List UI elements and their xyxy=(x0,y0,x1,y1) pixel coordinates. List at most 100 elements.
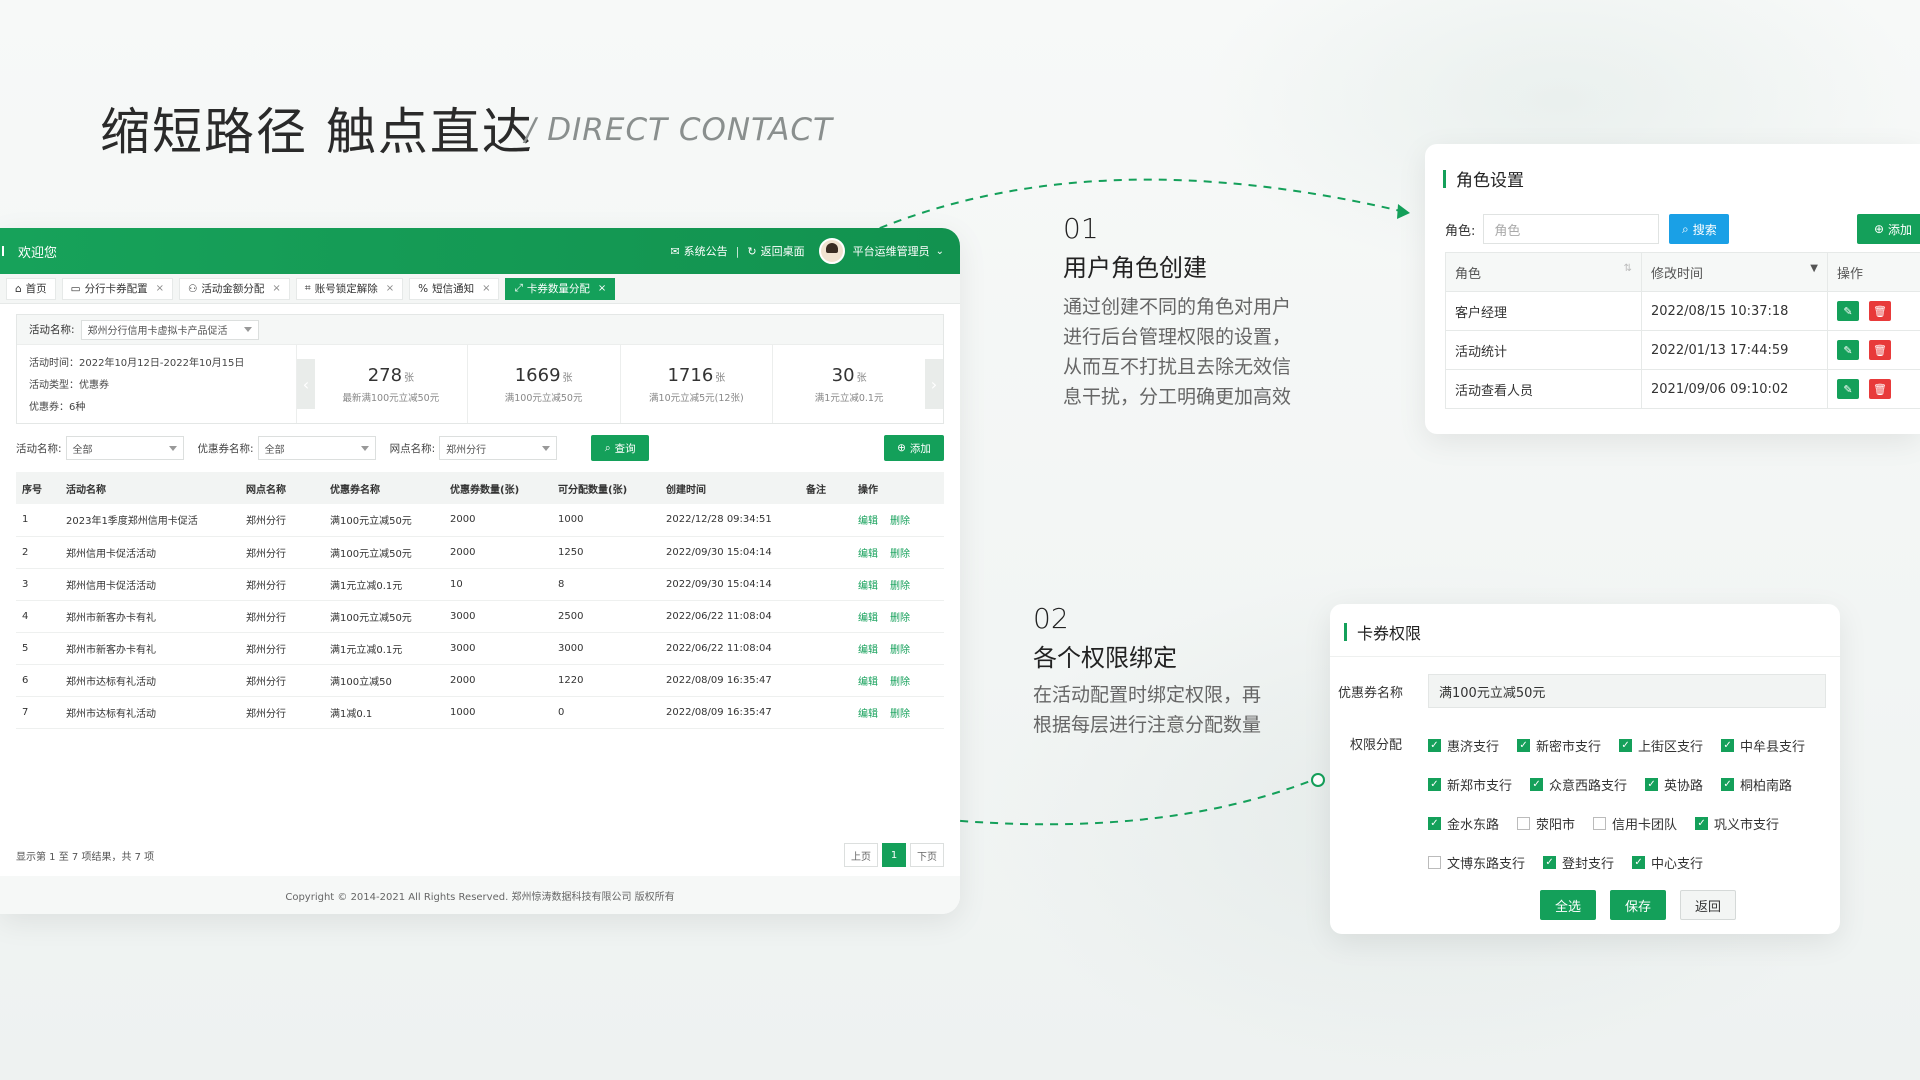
sort-icon[interactable]: ⇅ xyxy=(1624,263,1632,274)
stat-caption: 最新满100元立减50元 xyxy=(342,392,440,404)
tab-account-unlock[interactable]: ⌗ 账号锁定解除 × xyxy=(295,277,404,300)
add-button[interactable]: ⊕ 添加 xyxy=(884,435,944,461)
close-icon[interactable]: × xyxy=(598,283,606,294)
branch-checkbox[interactable]: ✓ 上街区支行 xyxy=(1619,736,1703,755)
delete-link[interactable]: 删除 xyxy=(890,613,910,624)
branch-checkbox[interactable]: ✓ 惠济支行 xyxy=(1428,736,1499,755)
select-all-button[interactable]: 全选 xyxy=(1540,890,1596,920)
edit-link[interactable]: 编辑 xyxy=(858,709,878,720)
table-cell: 5 xyxy=(16,632,60,665)
edit-icon[interactable]: ✎ xyxy=(1837,340,1859,360)
edit-link[interactable]: 编辑 xyxy=(858,645,878,656)
checkbox-checked-icon[interactable]: ✓ xyxy=(1619,739,1633,752)
edit-link[interactable]: 编辑 xyxy=(858,677,878,688)
add-role-button[interactable]: ⊕ 添加 xyxy=(1857,214,1920,244)
branch-checkbox[interactable]: ✓ 新郑市支行 xyxy=(1428,775,1512,794)
checkbox-empty-icon[interactable] xyxy=(1428,856,1441,869)
save-button[interactable]: 保存 xyxy=(1610,890,1666,920)
activity-select[interactable]: 郑州分行信用卡虚拟卡产品促活 xyxy=(80,319,259,340)
checkbox-checked-icon[interactable]: ✓ xyxy=(1428,817,1441,830)
edit-link[interactable]: 编辑 xyxy=(858,613,878,624)
branch-checkbox[interactable]: ✓ 巩义市支行 xyxy=(1695,814,1779,833)
branch-checkbox[interactable]: 荥阳市 xyxy=(1517,814,1575,833)
edit-link[interactable]: 编辑 xyxy=(858,516,878,527)
tab-sms-notice[interactable]: % 短信通知 × xyxy=(409,277,500,300)
delete-link[interactable]: 删除 xyxy=(890,709,910,720)
return-desktop-link[interactable]: ↻ 返回桌面 xyxy=(747,243,804,259)
delete-link[interactable]: 删除 xyxy=(890,516,910,527)
chevron-left-icon[interactable]: ‹ xyxy=(297,359,315,409)
checkbox-empty-icon[interactable] xyxy=(1517,817,1531,830)
prev-page-button[interactable]: 上页 xyxy=(844,843,878,867)
search-button[interactable]: ⌕ 搜索 xyxy=(1669,214,1730,244)
checkbox-checked-icon[interactable]: ✓ xyxy=(1543,856,1557,869)
checkbox-checked-icon[interactable]: ✓ xyxy=(1645,778,1659,791)
branch-checkbox[interactable]: ✓ 金水东路 xyxy=(1428,814,1499,833)
checkbox-checked-icon[interactable]: ✓ xyxy=(1695,817,1709,830)
close-icon[interactable]: × xyxy=(272,283,280,294)
sort-desc-icon[interactable]: ▼ xyxy=(1810,263,1818,274)
close-icon[interactable]: × xyxy=(386,283,394,294)
divider xyxy=(1330,656,1840,657)
delete-link[interactable]: 删除 xyxy=(890,677,910,688)
table-cell: 郑州市达标有礼活动 xyxy=(60,664,240,697)
table-cell: 2022/09/30 15:04:14 xyxy=(660,536,800,569)
menu-icon[interactable] xyxy=(2,246,12,256)
column-header-time[interactable]: 修改时间 ▼ xyxy=(1641,252,1828,292)
page-button[interactable]: 1 xyxy=(882,843,906,867)
back-button[interactable]: 返回 xyxy=(1680,890,1736,920)
branch-checkbox[interactable]: ✓ 新密市支行 xyxy=(1517,736,1601,755)
filter-coupon-select[interactable]: 全部 xyxy=(257,436,376,460)
chevron-right-icon[interactable]: › xyxy=(925,359,943,409)
edit-icon[interactable]: ✎ xyxy=(1837,301,1859,321)
tab-home[interactable]: ⌂ 首页 xyxy=(6,277,56,300)
avatar[interactable] xyxy=(818,238,845,264)
branch-checkbox[interactable]: ✓ 桐柏南路 xyxy=(1721,775,1792,794)
system-notice-link[interactable]: ✉ 系统公告 xyxy=(670,243,727,259)
next-page-button[interactable]: 下页 xyxy=(910,843,944,867)
checkbox-checked-icon[interactable]: ✓ xyxy=(1530,778,1544,791)
close-icon[interactable]: × xyxy=(156,283,164,294)
delete-link[interactable]: 删除 xyxy=(890,581,910,592)
table-cell: 3000 xyxy=(552,632,660,665)
branch-checkbox[interactable]: ✓ 中牟县支行 xyxy=(1721,736,1805,755)
tab-coupon-allocation[interactable]: ⤢ 卡券数量分配 × xyxy=(505,277,616,300)
filter-branch-select[interactable]: 郑州分行 xyxy=(439,436,558,460)
checkbox-checked-icon[interactable]: ✓ xyxy=(1428,778,1441,791)
trash-icon[interactable]: 🗑 xyxy=(1869,340,1891,360)
activity-body: 活动时间：2022年10月12日-2022年10月15日 活动类型：优惠券 优惠… xyxy=(17,345,943,423)
edit-icon[interactable]: ✎ xyxy=(1837,379,1859,399)
delete-link[interactable]: 删除 xyxy=(890,645,910,656)
branch-checkbox[interactable]: ✓ 英协路 xyxy=(1645,775,1703,794)
tab-branch-coupon[interactable]: ▭ 分行卡券配置 × xyxy=(61,277,173,300)
delete-link[interactable]: 删除 xyxy=(890,549,910,560)
edit-link[interactable]: 编辑 xyxy=(858,581,878,592)
close-icon[interactable]: × xyxy=(482,283,490,294)
table-cell: 客户经理 xyxy=(1445,291,1642,331)
checkbox-checked-icon[interactable]: ✓ xyxy=(1517,739,1531,752)
checkbox-checked-icon[interactable]: ✓ xyxy=(1721,778,1735,791)
branch-checkbox[interactable]: ✓ 中心支行 xyxy=(1632,853,1703,872)
table-cell: 满100元立减50元 xyxy=(324,504,444,537)
table-cell xyxy=(800,696,852,729)
tab-amount-allocation[interactable]: ⚇ 活动金额分配 × xyxy=(178,277,290,300)
branch-checkbox[interactable]: ✓ 众意西路支行 xyxy=(1530,775,1627,794)
query-button[interactable]: ⌕ 查询 xyxy=(591,435,650,461)
table-cell: 2022/06/22 11:08:04 xyxy=(660,632,800,665)
branch-checkbox[interactable]: 信用卡团队 xyxy=(1593,814,1677,833)
role-search-input[interactable]: 角色 xyxy=(1483,214,1660,244)
trash-icon[interactable]: 🗑 xyxy=(1869,301,1891,321)
branch-checkbox[interactable]: 文博东路支行 xyxy=(1428,853,1525,872)
trash-icon[interactable]: 🗑 xyxy=(1869,379,1891,399)
checkbox-checked-icon[interactable]: ✓ xyxy=(1632,856,1646,869)
checkbox-checked-icon[interactable]: ✓ xyxy=(1721,739,1735,752)
column-header-role[interactable]: 角色 ⇅ xyxy=(1445,252,1642,292)
checkbox-empty-icon[interactable] xyxy=(1593,817,1607,830)
checkbox-checked-icon[interactable]: ✓ xyxy=(1428,739,1441,752)
chevron-down-icon[interactable]: ⌄ xyxy=(936,246,944,257)
checkbox-label: 惠济支行 xyxy=(1447,740,1500,755)
edit-link[interactable]: 编辑 xyxy=(858,549,878,560)
branch-checkbox[interactable]: ✓ 登封支行 xyxy=(1543,853,1614,872)
filter-activity-select[interactable]: 全部 xyxy=(65,436,184,460)
user-name[interactable]: 平台运维管理员 xyxy=(853,243,930,259)
